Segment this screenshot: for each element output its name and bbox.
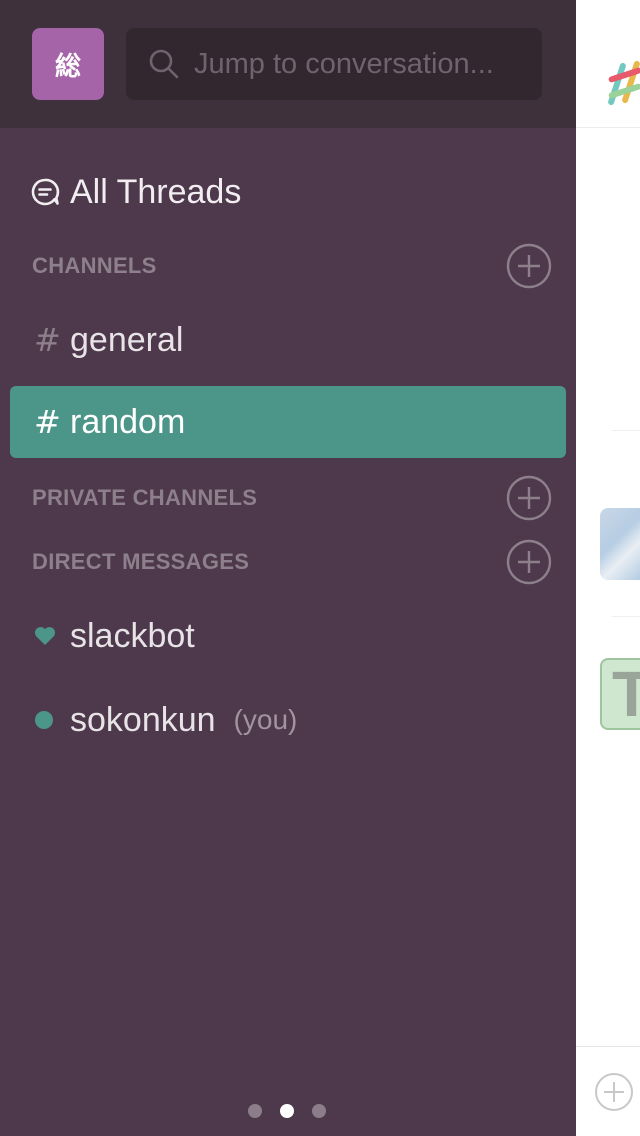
sidebar: 総 All Threads CHANNELS # general (0, 0, 576, 1136)
message-avatar[interactable]: T (600, 658, 640, 730)
add-private-channel-icon[interactable] (506, 475, 552, 521)
sidebar-item-random[interactable]: # random (10, 386, 566, 458)
conversation-pane: T (576, 0, 640, 1136)
channel-name: general (70, 320, 184, 359)
direct-messages-section-header[interactable]: DIRECT MESSAGES (32, 538, 552, 586)
all-threads-label: All Threads (70, 172, 242, 211)
message-divider (612, 430, 640, 431)
sidebar-header: 総 (0, 0, 576, 128)
page-dot-active[interactable] (280, 1104, 294, 1118)
channel-name: random (70, 402, 186, 441)
page-indicator (248, 1104, 344, 1118)
sidebar-item-general[interactable]: # general (10, 304, 566, 376)
online-dot-icon (35, 711, 53, 729)
slack-logo-icon (608, 60, 640, 106)
heart-icon (34, 627, 56, 645)
page-dot[interactable] (248, 1104, 262, 1118)
self-indicator: (you) (233, 704, 298, 735)
search-input[interactable] (194, 47, 524, 81)
jump-to-search[interactable] (126, 28, 542, 100)
dm-name: slackbot (70, 616, 195, 655)
channels-section-header[interactable]: CHANNELS (32, 242, 552, 290)
sidebar-item-slackbot[interactable]: slackbot (10, 600, 566, 672)
composer-divider (576, 1046, 640, 1047)
message-divider (612, 616, 640, 617)
presence-indicator (34, 710, 70, 730)
channels-section-label: CHANNELS (32, 253, 157, 278)
header-divider (576, 127, 640, 128)
add-direct-message-icon[interactable] (506, 539, 552, 585)
composer-add-icon[interactable] (594, 1072, 634, 1112)
presence-indicator (34, 626, 70, 646)
message-avatar[interactable] (600, 508, 640, 580)
dm-name: sokonkun (70, 700, 216, 739)
private-channels-section-label: PRIVATE CHANNELS (32, 485, 258, 510)
channel-hash-icon: # (34, 321, 61, 359)
private-channels-section-header[interactable]: PRIVATE CHANNELS (32, 474, 552, 522)
all-threads-item[interactable]: All Threads (30, 170, 241, 214)
search-icon (149, 49, 179, 79)
team-icon-label: 総 (54, 51, 81, 82)
page-dot[interactable] (312, 1104, 326, 1118)
team-icon-button[interactable]: 総 (32, 28, 104, 100)
channel-hash-icon: # (34, 403, 61, 441)
add-channel-icon[interactable] (506, 243, 552, 289)
sidebar-item-sokonkun[interactable]: sokonkun (you) (10, 684, 566, 756)
direct-messages-section-label: DIRECT MESSAGES (32, 549, 250, 574)
threads-icon (31, 178, 60, 206)
